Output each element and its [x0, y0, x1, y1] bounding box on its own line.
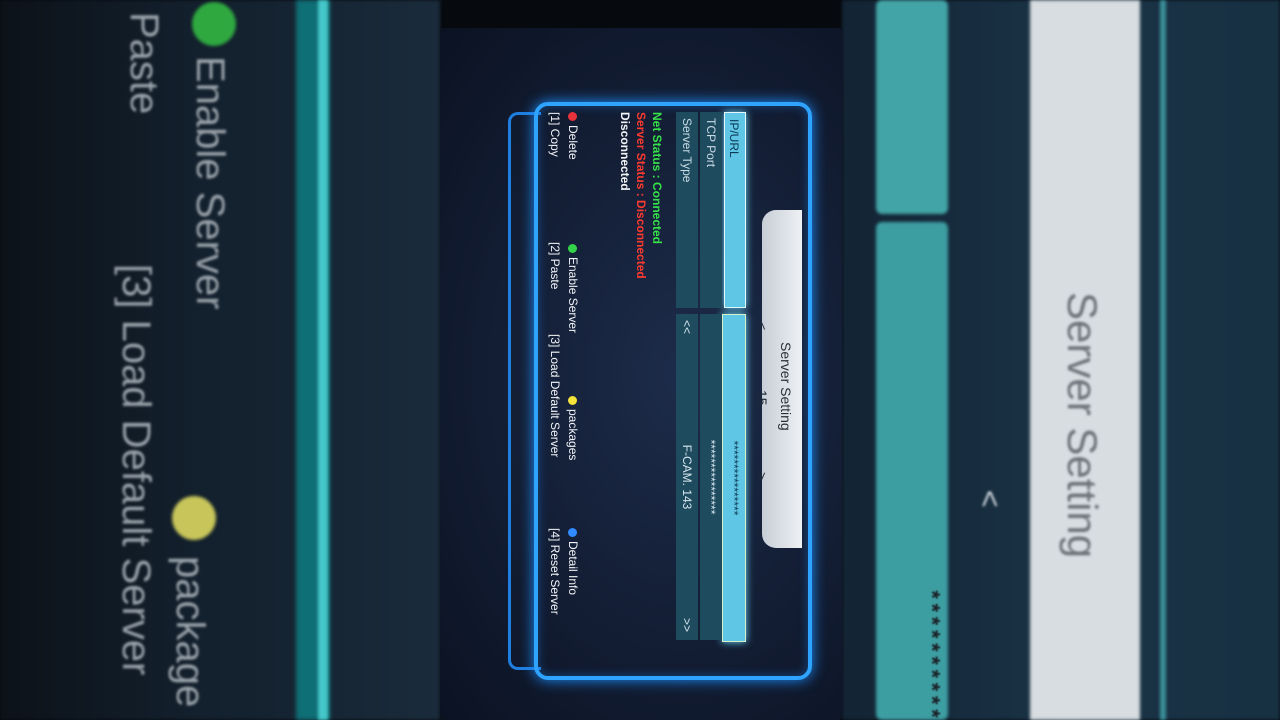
paste-button[interactable]: [2] Paste	[548, 242, 562, 289]
background-load-default: [3] Load Default Server	[114, 264, 158, 676]
background-enable-server: Enable Server	[188, 56, 232, 310]
blue-key-icon	[568, 528, 577, 537]
field-label: Server Type	[676, 112, 698, 308]
arrow-left-icon[interactable]: <<	[676, 320, 698, 334]
yellow-key-icon	[568, 396, 577, 405]
packages-button[interactable]: packages	[566, 396, 580, 460]
server-navigator: < 15 >	[752, 112, 770, 672]
prev-server-button[interactable]: <	[754, 322, 770, 330]
button-label: Delete	[566, 125, 580, 160]
connection-detail: Disconnected	[618, 112, 632, 191]
field-value: F-CAM. 143	[680, 444, 694, 510]
reset-server-button[interactable]: [4] Reset Server	[548, 528, 562, 615]
green-key-icon	[568, 244, 577, 253]
field-tcp-port[interactable]: TCP Port ****************	[700, 112, 722, 640]
field-value[interactable]: ****************	[700, 314, 722, 640]
background-yellow-dot	[172, 496, 216, 540]
server-status: Server Status : Disconnected	[634, 112, 648, 279]
next-server-button[interactable]: >	[754, 472, 770, 480]
background-title: Server Setting	[1059, 292, 1106, 559]
field-ip-url[interactable]: IP/URL ****************	[722, 112, 746, 642]
button-label: packages	[566, 409, 580, 461]
tv-screen: Server Setting < 15 > IP/URL ***********…	[440, 28, 842, 720]
server-setting-panel: Server Setting < 15 > IP/URL ***********…	[500, 112, 800, 672]
load-default-server-button[interactable]: [3] Load Default Server	[548, 334, 562, 457]
detail-info-button[interactable]: Detail Info	[566, 528, 580, 595]
background-column	[876, 0, 948, 214]
field-label: TCP Port	[700, 112, 722, 308]
arrow-right-icon[interactable]: >>	[676, 618, 698, 632]
server-type-selector[interactable]: << F-CAM. 143 >>	[676, 314, 698, 640]
enable-server-button[interactable]: Enable Server	[566, 244, 580, 333]
background-green-dot	[192, 2, 236, 46]
background-nav-prev: <	[973, 490, 1006, 508]
dialog-title: Server Setting	[778, 342, 794, 431]
server-number: 15	[754, 390, 770, 406]
button-label: Enable Server	[566, 257, 580, 334]
field-value[interactable]: ****************	[722, 314, 746, 642]
copy-button[interactable]: [1] Copy	[548, 112, 562, 157]
button-label: Detail Info	[566, 541, 580, 596]
field-server-type[interactable]: Server Type << F-CAM. 143 >>	[676, 112, 698, 640]
delete-button[interactable]: Delete	[566, 112, 580, 160]
background-stripe	[318, 0, 328, 720]
field-label: IP/URL	[724, 112, 746, 308]
red-key-icon	[568, 112, 577, 121]
background-stars: **********	[917, 588, 942, 720]
background-stripe	[1160, 0, 1166, 720]
background-packages: package	[168, 556, 212, 708]
net-status: Net Status : Connected	[650, 112, 664, 245]
background-paste: Paste	[122, 12, 166, 115]
